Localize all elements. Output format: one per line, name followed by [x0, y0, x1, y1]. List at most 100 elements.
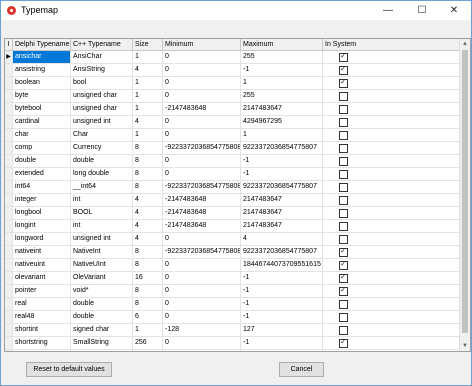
- size-cell[interactable]: 8: [133, 142, 163, 154]
- cpp-typename-cell[interactable]: double: [71, 155, 133, 167]
- cpp-typename-cell[interactable]: float: [71, 350, 133, 351]
- table-row[interactable]: shortint signed char 1 -128 127: [5, 324, 460, 337]
- row-indicator[interactable]: [5, 350, 13, 351]
- row-indicator[interactable]: [5, 272, 13, 284]
- cpp-typename-cell[interactable]: BOOL: [71, 207, 133, 219]
- table-row[interactable]: real48 double 6 0 -1: [5, 311, 460, 324]
- maximum-cell[interactable]: 9223372036854775807: [241, 181, 323, 193]
- table-row[interactable]: nativeuint NativeUInt 8 0 184467440737095516…: [5, 259, 460, 272]
- delphi-typename-cell[interactable]: ansichar: [13, 51, 71, 63]
- cpp-typename-cell[interactable]: Char: [71, 129, 133, 141]
- size-cell[interactable]: 8: [133, 298, 163, 310]
- in-system-cell[interactable]: [323, 298, 460, 310]
- in-system-checkbox[interactable]: [339, 92, 348, 101]
- in-system-checkbox[interactable]: [339, 209, 348, 218]
- in-system-cell[interactable]: [323, 129, 460, 141]
- minimum-cell[interactable]: -9223372036854775808: [163, 181, 241, 193]
- delphi-typename-cell[interactable]: ansistring: [13, 64, 71, 76]
- in-system-checkbox[interactable]: [339, 105, 348, 114]
- scroll-thumb[interactable]: [462, 50, 468, 333]
- column-header-in-system[interactable]: In System: [323, 39, 460, 50]
- cpp-typename-cell[interactable]: OleVariant: [71, 272, 133, 284]
- row-indicator[interactable]: [5, 181, 13, 193]
- minimum-cell[interactable]: 0: [163, 233, 241, 245]
- table-row[interactable]: singlefloat40-11: [5, 350, 460, 351]
- minimum-cell[interactable]: -2147483648: [163, 220, 241, 232]
- delphi-typename-cell[interactable]: longbool: [13, 207, 71, 219]
- size-cell[interactable]: 8: [133, 259, 163, 271]
- in-system-checkbox[interactable]: [339, 313, 348, 322]
- in-system-checkbox[interactable]: [339, 196, 348, 205]
- cpp-typename-cell[interactable]: int: [71, 194, 133, 206]
- delphi-typename-cell[interactable]: comp: [13, 142, 71, 154]
- minimum-cell[interactable]: -9223372036854775808: [163, 246, 241, 258]
- size-cell[interactable]: 4: [133, 220, 163, 232]
- cancel-button[interactable]: Cancel: [279, 362, 324, 377]
- delphi-typename-cell[interactable]: nativeint: [13, 246, 71, 258]
- in-system-cell[interactable]: [323, 337, 460, 349]
- delphi-typename-cell[interactable]: cardinal: [13, 116, 71, 128]
- minimum-cell[interactable]: -9223372036854775808: [163, 142, 241, 154]
- minimum-cell[interactable]: 0: [163, 90, 241, 102]
- in-system-cell[interactable]: [323, 233, 460, 245]
- table-row[interactable]: olevariant OleVariant 16 0 -1: [5, 272, 460, 285]
- in-system-cell[interactable]: [323, 285, 460, 297]
- maximum-cell[interactable]: 18446744073709551615: [241, 259, 323, 271]
- maximum-cell[interactable]: 2147483647: [241, 103, 323, 115]
- cpp-typename-cell[interactable]: signed char: [71, 324, 133, 336]
- size-cell[interactable]: 16: [133, 272, 163, 284]
- cpp-typename-cell[interactable]: unsigned int: [71, 233, 133, 245]
- in-system-checkbox[interactable]: [339, 300, 348, 309]
- maximum-cell[interactable]: 4: [241, 233, 323, 245]
- in-system-cell[interactable]: [323, 181, 460, 193]
- table-row[interactable]: longword unsigned int 4 0 4: [5, 233, 460, 246]
- maximum-cell[interactable]: 4294967295: [241, 116, 323, 128]
- delphi-typename-cell[interactable]: real: [13, 298, 71, 310]
- size-cell[interactable]: 1: [133, 90, 163, 102]
- row-indicator[interactable]: [5, 246, 13, 258]
- row-indicator[interactable]: [5, 220, 13, 232]
- column-header-indicator[interactable]: I: [5, 39, 13, 50]
- cpp-typename-cell[interactable]: NativeUInt: [71, 259, 133, 271]
- cpp-typename-cell[interactable]: double: [71, 298, 133, 310]
- row-indicator[interactable]: [5, 129, 13, 141]
- cpp-typename-cell[interactable]: int: [71, 220, 133, 232]
- delphi-typename-cell[interactable]: integer: [13, 194, 71, 206]
- in-system-cell[interactable]: [323, 64, 460, 76]
- delphi-typename-cell[interactable]: longint: [13, 220, 71, 232]
- cpp-typename-cell[interactable]: bool: [71, 77, 133, 89]
- minimum-cell[interactable]: 0: [163, 129, 241, 141]
- maximum-cell[interactable]: -1: [241, 311, 323, 323]
- column-header-delphi-typename[interactable]: Delphi Typename: [13, 39, 71, 50]
- cpp-typename-cell[interactable]: void*: [71, 285, 133, 297]
- table-row[interactable]: bytebool unsigned char 1 -2147483648 2147483…: [5, 103, 460, 116]
- minimum-cell[interactable]: -2147483648: [163, 207, 241, 219]
- in-system-cell[interactable]: [323, 103, 460, 115]
- maximum-cell[interactable]: -1: [241, 272, 323, 284]
- in-system-cell[interactable]: [323, 155, 460, 167]
- size-cell[interactable]: 6: [133, 311, 163, 323]
- table-row[interactable]: int64 __int64 8 -9223372036854775808 9223372…: [5, 181, 460, 194]
- size-cell[interactable]: 8: [133, 181, 163, 193]
- maximum-cell[interactable]: 9223372036854775807: [241, 246, 323, 258]
- row-indicator[interactable]: [5, 337, 13, 349]
- size-cell[interactable]: 4: [133, 207, 163, 219]
- in-system-cell[interactable]: [323, 51, 460, 63]
- in-system-checkbox[interactable]: [339, 222, 348, 231]
- row-indicator[interactable]: [5, 233, 13, 245]
- cpp-typename-cell[interactable]: long double: [71, 168, 133, 180]
- size-cell[interactable]: 8: [133, 168, 163, 180]
- size-cell[interactable]: 4: [133, 194, 163, 206]
- row-indicator[interactable]: [5, 77, 13, 89]
- row-indicator[interactable]: [5, 155, 13, 167]
- row-indicator[interactable]: [5, 207, 13, 219]
- close-button[interactable]: ✕: [437, 1, 471, 20]
- table-row[interactable]: comp Currency 8 -9223372036854775808 9223372…: [5, 142, 460, 155]
- delphi-typename-cell[interactable]: extended: [13, 168, 71, 180]
- row-indicator[interactable]: [5, 298, 13, 310]
- maximum-cell[interactable]: 255: [241, 51, 323, 63]
- scroll-down-icon[interactable]: ▼: [460, 341, 470, 351]
- maximum-cell[interactable]: -1: [241, 155, 323, 167]
- cpp-typename-cell[interactable]: SmallString: [71, 337, 133, 349]
- reset-defaults-button[interactable]: Reset to default values: [26, 362, 112, 377]
